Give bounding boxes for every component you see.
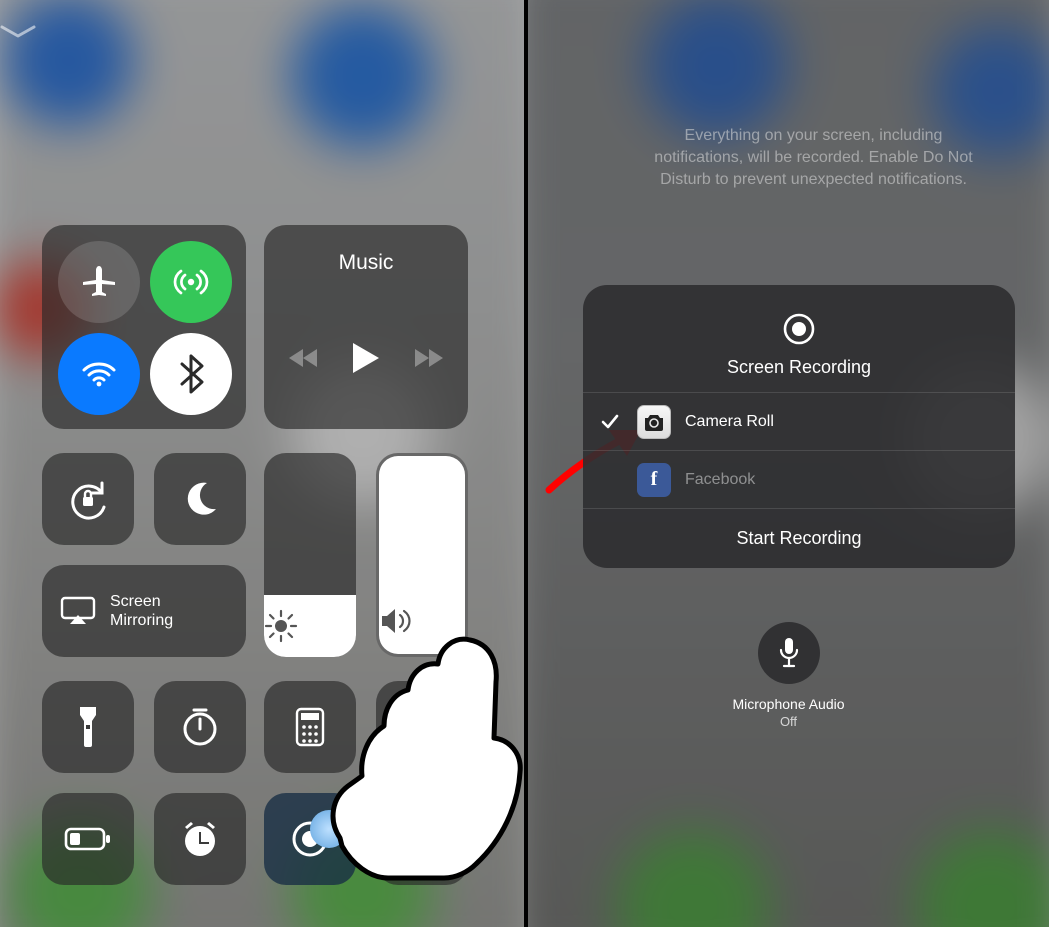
screen-recording-popup: Screen Recording Camera Roll f Facebook … bbox=[583, 285, 1015, 568]
control-center-pane: Music bbox=[0, 0, 524, 927]
destination-camera-roll[interactable]: Camera Roll bbox=[583, 392, 1015, 450]
screen-mirroring-label-line1: Screen bbox=[110, 592, 173, 611]
wifi-toggle[interactable] bbox=[58, 333, 140, 415]
checkmark-icon bbox=[601, 414, 619, 430]
camera-roll-label: Camera Roll bbox=[685, 413, 774, 431]
waveform-icon bbox=[400, 823, 444, 855]
battery-icon bbox=[64, 826, 112, 852]
airplane-mode-toggle[interactable] bbox=[58, 241, 140, 323]
brightness-slider[interactable] bbox=[264, 453, 356, 657]
connectivity-module[interactable] bbox=[42, 225, 246, 429]
volume-icon bbox=[379, 606, 465, 636]
orientation-lock-toggle[interactable] bbox=[42, 453, 134, 545]
wifi-icon bbox=[77, 352, 121, 396]
screen-recording-pane: Everything on your screen, including not… bbox=[528, 0, 1049, 927]
timer-button[interactable] bbox=[154, 681, 246, 773]
recording-hint-text: Everything on your screen, including not… bbox=[638, 125, 989, 191]
camera-roll-app-icon bbox=[637, 405, 671, 439]
voice-memos-button[interactable] bbox=[376, 793, 468, 885]
previous-track-button[interactable] bbox=[289, 347, 319, 369]
timer-icon bbox=[179, 706, 221, 748]
low-power-mode-button[interactable] bbox=[42, 793, 134, 885]
record-icon bbox=[583, 311, 1015, 347]
cellular-icon bbox=[169, 260, 213, 304]
popup-title: Screen Recording bbox=[583, 357, 1015, 378]
facebook-app-icon: f bbox=[637, 463, 671, 497]
airplay-icon bbox=[60, 596, 96, 626]
music-module[interactable]: Music bbox=[264, 225, 468, 429]
music-title: Music bbox=[264, 251, 468, 275]
next-track-button[interactable] bbox=[413, 347, 443, 369]
flashlight-icon bbox=[77, 705, 99, 749]
volume-slider[interactable] bbox=[376, 453, 468, 657]
record-icon bbox=[290, 819, 330, 859]
calculator-button[interactable] bbox=[264, 681, 356, 773]
microphone-audio-toggle[interactable]: Microphone Audio Off bbox=[528, 622, 1049, 729]
bluetooth-toggle[interactable] bbox=[150, 333, 232, 415]
microphone-audio-label: Microphone Audio bbox=[528, 696, 1049, 712]
alarm-clock-icon bbox=[179, 818, 221, 860]
do-not-disturb-toggle[interactable] bbox=[154, 453, 246, 545]
microphone-icon bbox=[777, 636, 801, 670]
bluetooth-icon bbox=[175, 352, 207, 396]
alarm-button[interactable] bbox=[154, 793, 246, 885]
orientation-lock-icon bbox=[64, 475, 112, 523]
cellular-data-toggle[interactable] bbox=[150, 241, 232, 323]
airplane-icon bbox=[79, 262, 119, 302]
destination-facebook[interactable]: f Facebook bbox=[583, 450, 1015, 508]
microphone-audio-state: Off bbox=[528, 714, 1049, 729]
calculator-icon bbox=[295, 707, 325, 747]
moon-icon bbox=[180, 479, 220, 519]
screen-mirroring-label-line2: Mirroring bbox=[110, 611, 173, 630]
camera-button[interactable] bbox=[376, 681, 468, 773]
screen-recording-button[interactable] bbox=[264, 793, 356, 885]
facebook-label: Facebook bbox=[685, 471, 755, 489]
play-button[interactable] bbox=[353, 343, 379, 373]
start-recording-button[interactable]: Start Recording bbox=[583, 508, 1015, 568]
screen-mirroring-button[interactable]: Screen Mirroring bbox=[42, 565, 246, 657]
flashlight-button[interactable] bbox=[42, 681, 134, 773]
brightness-icon bbox=[264, 609, 356, 643]
dismiss-chevron-icon[interactable] bbox=[0, 25, 524, 39]
camera-icon bbox=[401, 710, 443, 744]
